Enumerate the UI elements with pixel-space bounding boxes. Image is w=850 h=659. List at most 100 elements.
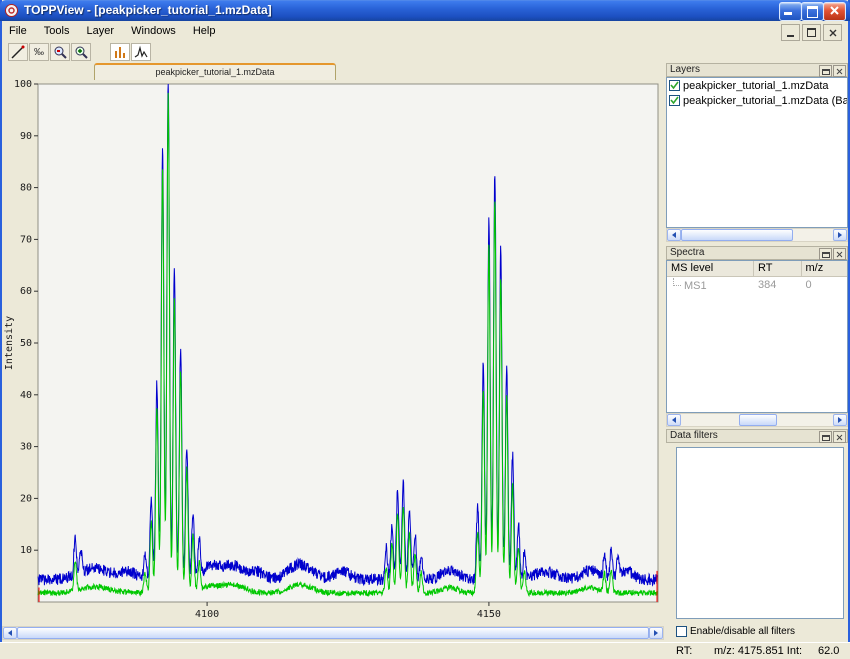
cell-rt: 384: [754, 279, 801, 291]
y-tick-label: 20: [20, 493, 32, 504]
y-tick-label: 30: [20, 442, 32, 453]
scroll-thumb[interactable]: [739, 414, 777, 426]
close-panel-icon: [836, 251, 843, 258]
status-rt-label: RT:: [676, 645, 692, 657]
scroll-right-button[interactable]: [833, 229, 847, 241]
close-panel-icon: [836, 68, 843, 75]
scroll-thumb[interactable]: [17, 627, 649, 639]
layers-panel-header[interactable]: Layers: [666, 63, 848, 77]
scroll-right-button[interactable]: [833, 414, 847, 426]
close-panel-button[interactable]: [833, 431, 846, 443]
check-icon: [670, 96, 679, 105]
zoom-magnifier-plus-icon[interactable]: [71, 43, 91, 61]
scroll-left-button[interactable]: [667, 414, 681, 426]
spectrum-row[interactable]: MS1 384 0: [667, 277, 847, 292]
profile-plot-icon[interactable]: [131, 43, 151, 61]
layer-label: peakpicker_tutorial_1.mzData (Bas: [683, 95, 847, 107]
scroll-thumb[interactable]: [681, 229, 793, 241]
enable-filters-row: Enable/disable all filters: [676, 624, 795, 638]
permille-icon[interactable]: ‰: [29, 43, 49, 61]
column-header-rt[interactable]: RT: [754, 261, 801, 277]
y-tick-label: 40: [20, 390, 32, 401]
float-panel-button[interactable]: [819, 248, 832, 260]
menu-windows[interactable]: Windows: [124, 21, 183, 42]
menu-help[interactable]: Help: [186, 21, 223, 42]
layer-checkbox[interactable]: [669, 80, 680, 91]
menu-bar: File Tools Layer Windows Help: [2, 21, 848, 42]
title-bar[interactable]: TOPPView - [peakpicker_tutorial_1.mzData…: [0, 0, 850, 21]
y-axis-label: Intensity: [4, 316, 15, 370]
y-tick-label: 50: [20, 338, 32, 349]
maximize-button[interactable]: [801, 2, 824, 21]
layer-checkbox[interactable]: [669, 95, 680, 106]
cell-mz: 0: [802, 279, 848, 291]
arrow-left-icon: [5, 630, 12, 636]
layers-panel-buttons: [819, 65, 846, 77]
scroll-left-button[interactable]: [667, 229, 681, 241]
y-tick-label: 80: [20, 183, 32, 194]
float-panel-button[interactable]: [819, 65, 832, 77]
x-tick-label: 4150: [477, 609, 501, 620]
y-tick-label: 70: [20, 234, 32, 245]
menu-tools[interactable]: Tools: [37, 21, 77, 42]
enable-filters-label: Enable/disable all filters: [690, 626, 795, 637]
status-int-value: 62.0: [818, 645, 839, 657]
y-tick-label: 90: [20, 131, 32, 142]
minimize-icon: [784, 12, 792, 15]
enable-filters-checkbox[interactable]: [676, 626, 687, 637]
column-header-ms-level[interactable]: MS level: [667, 261, 754, 277]
y-tick-label: 60: [20, 286, 32, 297]
y-tick-label: 10: [20, 545, 32, 556]
spectrum-view: peakpicker_tutorial_1.mzData 10203040506…: [2, 62, 664, 642]
plot-canvas[interactable]: [38, 84, 658, 602]
status-bar: RT: m/z: 4175.851 Int: 62.0: [0, 642, 850, 659]
float-panel-button[interactable]: [819, 431, 832, 443]
layers-panel-title: Layers: [670, 64, 700, 75]
plot-horizontal-scrollbar[interactable]: [2, 626, 664, 640]
filters-panel-header[interactable]: Data filters: [666, 429, 848, 443]
x-tick-label: 4100: [195, 609, 219, 620]
filters-list: [676, 447, 844, 619]
mdi-minimize-button[interactable]: [781, 24, 800, 41]
stick-plot-icon[interactable]: [110, 43, 130, 61]
layer-item[interactable]: peakpicker_tutorial_1.mzData (Bas: [667, 93, 847, 108]
close-panel-button[interactable]: [833, 65, 846, 77]
app-icon: [4, 3, 19, 18]
menu-file[interactable]: File: [2, 21, 34, 42]
arrow-right-icon: [654, 630, 661, 636]
mdi-close-button[interactable]: [823, 24, 842, 41]
window-title: TOPPView - [peakpicker_tutorial_1.mzData…: [24, 3, 272, 17]
float-panel-icon: [822, 251, 830, 258]
close-panel-button[interactable]: [833, 248, 846, 260]
cell-ms-level: MS1: [684, 280, 707, 292]
layers-scrollbar[interactable]: [666, 228, 848, 242]
menu-layer[interactable]: Layer: [80, 21, 122, 42]
scroll-right-button[interactable]: [649, 627, 663, 639]
spectra-table-header: MS level RT m/z: [667, 261, 847, 277]
column-header-mz[interactable]: m/z: [802, 261, 848, 277]
status-mz-int-label: m/z: 4175.851 Int:: [714, 645, 802, 657]
scroll-track[interactable]: [681, 229, 833, 241]
mdi-restore-button[interactable]: [802, 24, 821, 41]
diagonal-line-icon[interactable]: [8, 43, 28, 61]
spectra-panel-title: Spectra: [670, 247, 704, 258]
y-tick-label: 100: [14, 79, 32, 90]
spectra-panel-buttons: [819, 248, 846, 260]
spectra-scrollbar[interactable]: [666, 413, 848, 427]
arrow-right-icon: [838, 232, 845, 238]
layer-item[interactable]: peakpicker_tutorial_1.mzData: [667, 78, 847, 93]
app-window: TOPPView - [peakpicker_tutorial_1.mzData…: [0, 0, 850, 659]
minimize-button[interactable]: [779, 2, 802, 21]
layers-list: peakpicker_tutorial_1.mzData peakpicker_…: [666, 77, 848, 228]
close-button[interactable]: [823, 2, 846, 21]
float-panel-icon: [822, 434, 830, 441]
close-panel-icon: [836, 434, 843, 441]
scroll-left-button[interactable]: [3, 627, 17, 639]
scroll-track[interactable]: [681, 414, 833, 426]
check-icon: [670, 81, 679, 90]
scroll-track[interactable]: [17, 627, 649, 639]
arrow-left-icon: [669, 232, 676, 238]
zoom-magnifier-icon[interactable]: [50, 43, 70, 61]
spectra-panel-header[interactable]: Spectra: [666, 246, 848, 260]
spectrum-plot[interactable]: 10203040506070809010041004150m/zIntensit…: [2, 78, 664, 624]
